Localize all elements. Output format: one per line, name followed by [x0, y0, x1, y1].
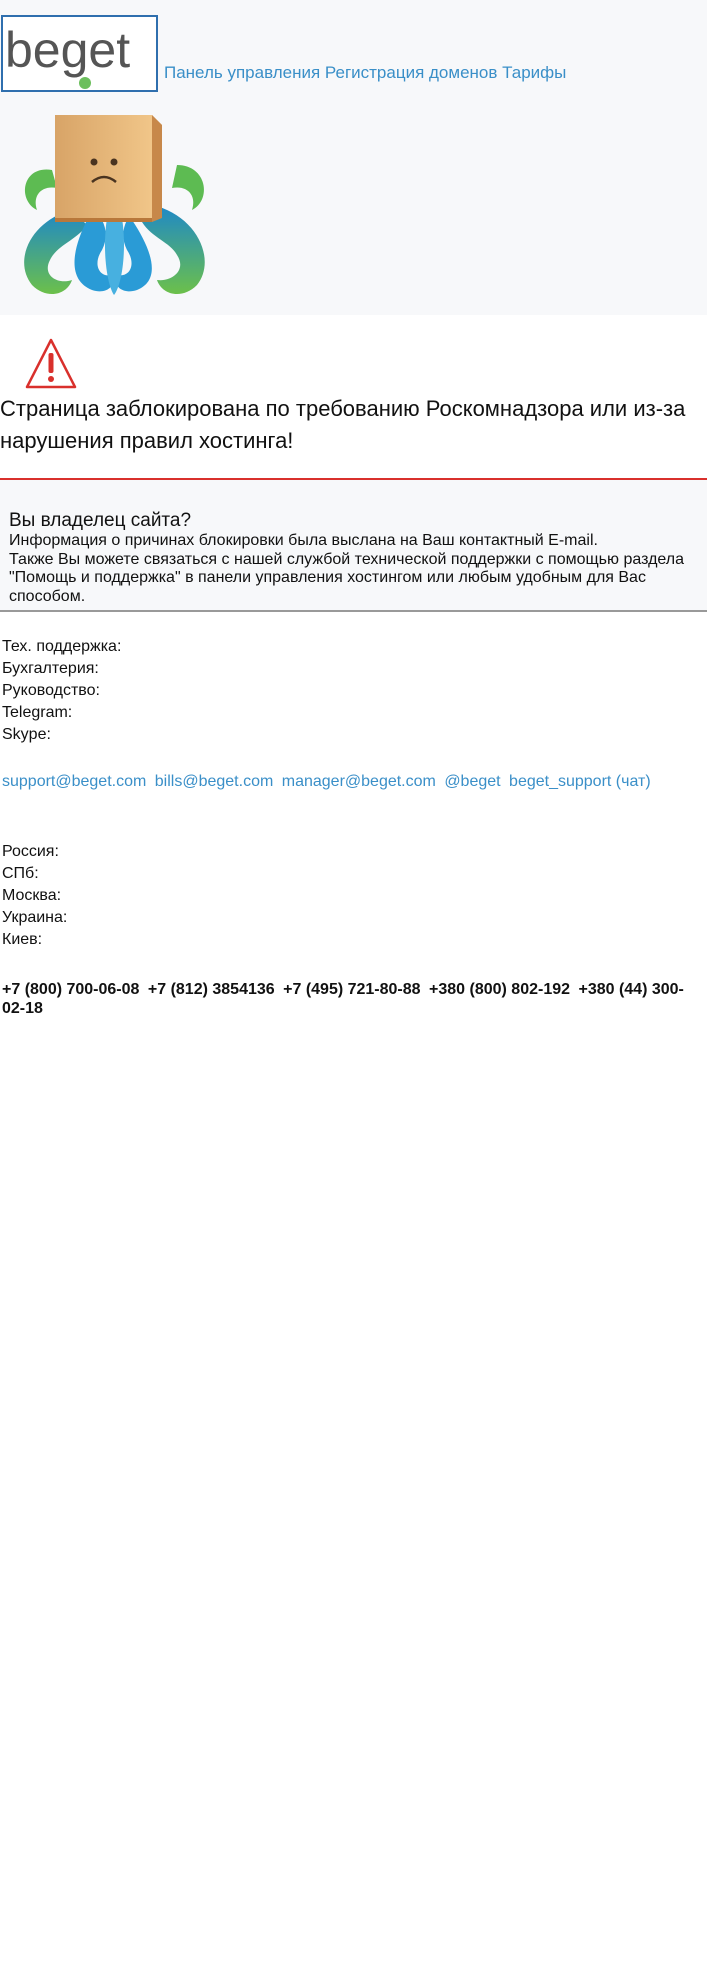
support-email-link[interactable]: support@beget.com [2, 773, 146, 790]
phone-spb: +7 (812) 3854136 [147, 981, 275, 998]
logo-text: beget [5, 22, 130, 78]
skype-link[interactable]: beget_support (чат) [509, 773, 651, 790]
owner-title: Вы владелец сайта? [9, 510, 192, 531]
telegram-link[interactable]: @beget [444, 773, 500, 790]
contacts-values: support@beget.com bills@beget.com manage… [2, 773, 702, 791]
header: beget Панель управления Регистрация доме… [0, 0, 707, 315]
octopus-mascot-illustration [12, 110, 217, 305]
beget-logo[interactable]: beget [1, 15, 158, 92]
nav-domain-registration[interactable]: Регистрация доменов [325, 63, 498, 82]
region-labels: Россия: СПб: Москва: Украина: Киев: [2, 841, 67, 951]
owner-info-panel: Вы владелец сайта? Информация о причинах… [0, 480, 707, 612]
label-ukraine: Украина: [2, 909, 68, 926]
label-russia: Россия: [2, 843, 59, 860]
label-kyiv: Киев: [2, 931, 43, 948]
phone-russia: +7 (800) 700-06-08 [2, 981, 140, 998]
owner-info-text: Информация о причинах блокировки была вы… [9, 532, 689, 606]
nav-control-panel[interactable]: Панель управления [164, 63, 320, 82]
label-moscow: Москва: [2, 887, 62, 904]
blocked-message-title: Страница заблокирована по требованию Рос… [0, 396, 686, 453]
label-telegram: Telegram: [2, 704, 73, 721]
contacts-labels: Тех. поддержка: Бухгалтерия: Руководство… [2, 636, 121, 746]
label-management: Руководство: [2, 682, 100, 699]
label-skype: Skype: [2, 726, 51, 743]
manager-email-link[interactable]: manager@beget.com [282, 773, 436, 790]
phone-ukraine: +380 (800) 802-192 [429, 981, 571, 998]
owner-info-line-2: Также Вы можете связаться с нашей службо… [9, 550, 684, 605]
label-accounting: Бухгалтерия: [2, 660, 99, 677]
phone-numbers: +7 (800) 700-06-08 +7 (812) 3854136 +7 (… [2, 980, 702, 1018]
label-spb: СПб: [2, 865, 39, 882]
bills-email-link[interactable]: bills@beget.com [155, 773, 274, 790]
label-tech-support: Тех. поддержка: [2, 638, 122, 655]
owner-info-line-1: Информация о причинах блокировки была вы… [9, 532, 598, 549]
nav-tariffs[interactable]: Тарифы [502, 63, 566, 82]
warning-triangle-icon [24, 337, 78, 396]
top-nav: Панель управления Регистрация доменов Та… [164, 63, 566, 83]
phone-moscow: +7 (495) 721-80-88 [283, 981, 421, 998]
